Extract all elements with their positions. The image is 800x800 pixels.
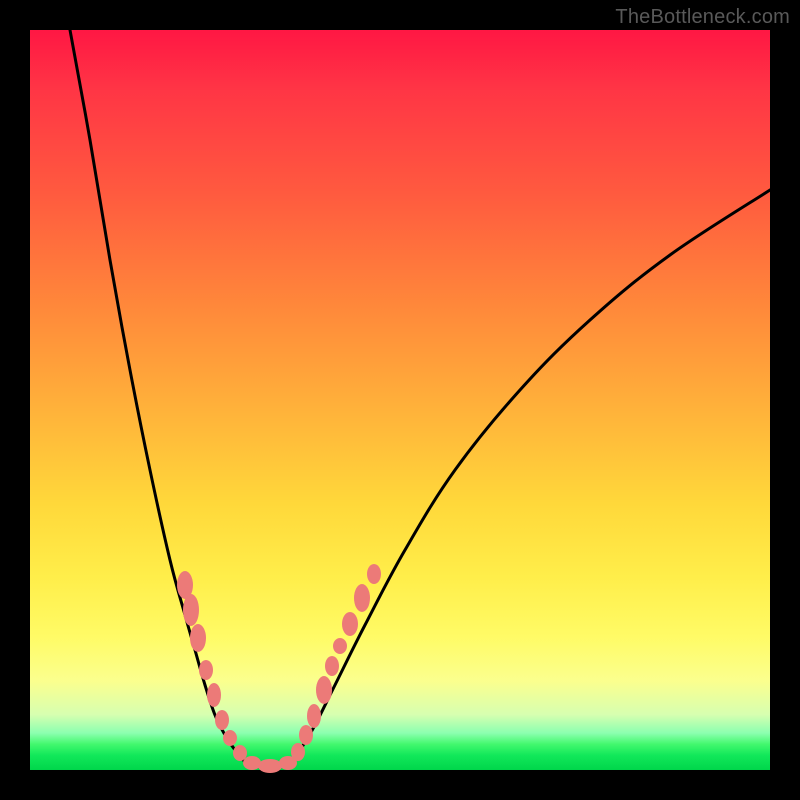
curve-marker	[207, 683, 221, 707]
curve-marker	[190, 624, 206, 652]
curve-layer	[30, 30, 770, 770]
curve-marker	[291, 743, 305, 761]
curve-marker	[199, 660, 213, 680]
curve-marker	[342, 612, 358, 636]
bottleneck-curve	[70, 30, 770, 766]
curve-marker	[316, 676, 332, 704]
curve-marker	[354, 584, 370, 612]
curve-marker	[215, 710, 229, 730]
watermark-text: TheBottleneck.com	[615, 6, 790, 29]
bottleneck-curve-path	[70, 30, 770, 766]
curve-marker	[243, 756, 261, 770]
curve-marker	[325, 656, 339, 676]
curve-markers	[177, 564, 381, 773]
curve-marker	[299, 725, 313, 745]
curve-marker	[223, 730, 237, 746]
curve-marker	[333, 638, 347, 654]
plot-area	[30, 30, 770, 770]
curve-marker	[183, 594, 199, 626]
curve-marker	[367, 564, 381, 584]
chart-frame: TheBottleneck.com	[0, 0, 800, 800]
curve-marker	[233, 745, 247, 761]
curve-marker	[258, 759, 282, 773]
curve-marker	[307, 704, 321, 728]
